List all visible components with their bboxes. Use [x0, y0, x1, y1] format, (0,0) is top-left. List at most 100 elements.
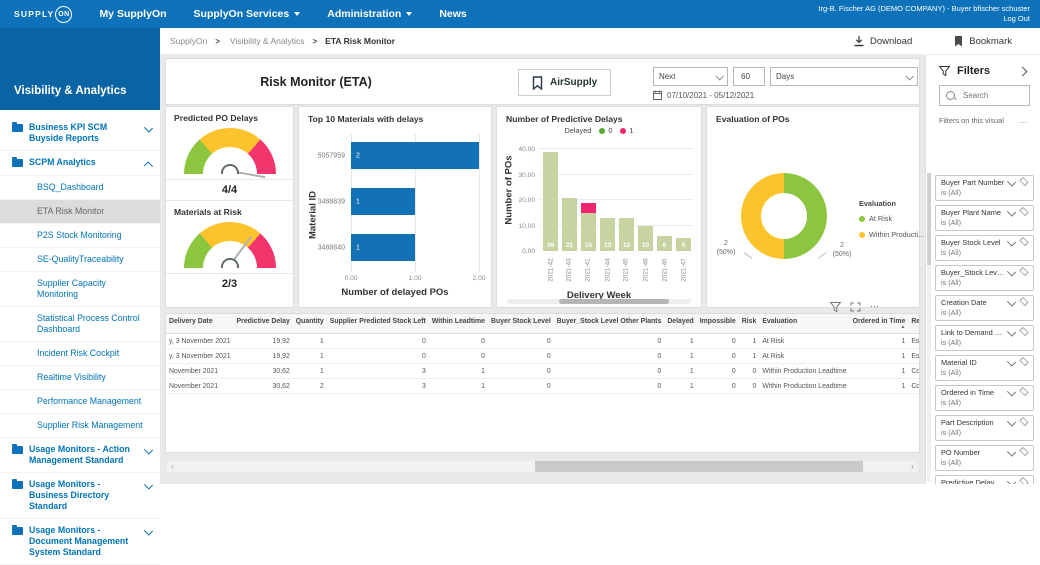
scrollbar-thumb[interactable] — [927, 173, 931, 265]
scroll-left-arrow[interactable]: ‹ — [167, 462, 178, 471]
search-input[interactable] — [961, 90, 1023, 101]
legend-item[interactable]: Within Producti... — [859, 230, 924, 239]
filter-card-ordered-in-time[interactable]: Ordered in Timeis (All) — [935, 385, 1034, 411]
chevron-down-icon[interactable] — [1007, 327, 1016, 336]
sidebar-item-incident-risk-cockpit[interactable]: Incident Risk Cockpit — [0, 342, 160, 366]
legend-item[interactable]: At Risk — [859, 214, 924, 223]
focus-mode-icon[interactable] — [850, 302, 861, 312]
bar-2021-42[interactable]: 39 — [543, 152, 558, 251]
column-header-delayed[interactable]: Delayed — [664, 314, 696, 334]
scrollbar-track[interactable] — [178, 461, 907, 472]
bar-2021-47[interactable]: 5 — [676, 238, 691, 251]
filter-icon[interactable] — [830, 302, 841, 312]
column-header-supplier-predicted-stock-left[interactable]: Supplier Predicted Stock Left — [327, 314, 429, 334]
sidebar-item-supplier-capacity-monitoring[interactable]: Supplier Capacity Monitoring — [0, 272, 160, 307]
supplyon-logo[interactable]: SUPPLY ON — [14, 6, 72, 23]
bar-2021-44[interactable]: 13 — [600, 218, 615, 251]
bar-5057959[interactable]: 2 — [351, 142, 479, 169]
filters-search-box[interactable] — [939, 85, 1030, 106]
sidebar-item-scpm-analytics[interactable]: SCPM Analytics — [0, 151, 160, 176]
sidebar-item-performance-management[interactable]: Performance Management — [0, 390, 160, 414]
sidebar-item-business-kpi-scm-buyside-reports[interactable]: Business KPI SCM Buyside Reports — [0, 116, 160, 151]
bookmark-button[interactable]: Bookmark — [954, 36, 1012, 47]
sidebar-item-supplier-risk-management[interactable]: Supplier Risk Management — [0, 414, 160, 438]
chevron-down-icon[interactable] — [1007, 387, 1016, 396]
filter-card-po-number[interactable]: PO Numberis (All) — [935, 445, 1034, 471]
filter-card-part-description[interactable]: Part Descriptionis (All) — [935, 415, 1034, 441]
column-header-recommended-action[interactable]: Recommended Action — [908, 314, 920, 334]
sidebar-item-statistical-process-control-dashboard[interactable]: Statistical Process Control Dashboard — [0, 307, 160, 342]
nav-item-my-supplyon[interactable]: My SupplyOn — [99, 8, 166, 20]
clear-filter-icon[interactable] — [1019, 477, 1028, 484]
filter-card-creation-date[interactable]: Creation Dateis (All) — [935, 295, 1034, 321]
filter-card-buyer-plant-name[interactable]: Buyer Plant Nameis (All) — [935, 205, 1034, 231]
chevron-down-icon[interactable] — [1007, 357, 1016, 366]
filter-card-buyer-stock-level-othe-[interactable]: Buyer_Stock Level Othe...is (All) — [935, 265, 1034, 291]
table-row[interactable]: November 202130,6223100100Within Product… — [166, 379, 920, 394]
scrollbar-thumb[interactable] — [559, 299, 669, 304]
clear-filter-icon[interactable] — [1019, 237, 1028, 246]
chevron-down-icon[interactable] — [144, 526, 153, 535]
sidebar-item-usage-monitors-document-management-system-standard[interactable]: Usage Monitors - Document Management Sys… — [0, 519, 160, 565]
filter-card-predictive-delay[interactable]: Predictive Delayis (All) — [935, 475, 1034, 484]
bar-3488839[interactable]: 1 — [351, 188, 415, 215]
table-row[interactable]: y, 3 November 202119,9210000101At Risk1E… — [166, 334, 920, 349]
column-header-within-leadtime[interactable]: Within Leadtime — [429, 314, 488, 334]
more-options-icon[interactable]: ... — [1019, 116, 1028, 125]
nav-item-supplyon-services[interactable]: SupplyOn Services — [194, 8, 301, 20]
chevron-down-icon[interactable] — [1007, 477, 1016, 484]
bar-2021-45[interactable]: 13 — [619, 218, 634, 251]
range-unit-select[interactable]: Days — [770, 67, 918, 86]
column-header-buyer-stock-level-other-plants[interactable]: Buyer_Stock Level Other Plants — [554, 314, 665, 334]
scrollbar-thumb[interactable] — [535, 461, 863, 472]
column-header-risk[interactable]: Risk — [739, 314, 760, 334]
sidebar-item-se-qualitytraceability[interactable]: SE-QualityTraceability — [0, 248, 160, 272]
filter-card-buyer-stock-level[interactable]: Buyer Stock Levelis (All) — [935, 235, 1034, 261]
column-header-evaluation[interactable]: Evaluation — [759, 314, 849, 334]
logout-link[interactable]: Log Out — [818, 14, 1030, 24]
column-header-quantity[interactable]: Quantity — [293, 314, 327, 334]
sidebar-item-p2s-stock-monitoring[interactable]: P2S Stock Monitoring — [0, 224, 160, 248]
chevron-down-icon[interactable] — [1007, 417, 1016, 426]
download-button[interactable]: Download — [854, 36, 912, 47]
scroll-right-arrow[interactable]: › — [907, 462, 918, 471]
clear-filter-icon[interactable] — [1019, 387, 1028, 396]
bar-2021-46[interactable]: 6 — [657, 236, 672, 251]
sidebar-item-usage-monitors-business-directory-standard[interactable]: Usage Monitors - Business Directory Stan… — [0, 473, 160, 519]
more-options-icon[interactable]: ⋯ — [870, 301, 879, 312]
clear-filter-icon[interactable] — [1019, 417, 1028, 426]
column-header-buyer-stock-level[interactable]: Buyer Stock Level — [488, 314, 554, 334]
filters-scrollbar[interactable] — [927, 173, 931, 482]
airsupply-button[interactable]: AirSupply — [518, 69, 611, 96]
clear-filter-icon[interactable] — [1019, 267, 1028, 276]
chevron-down-icon[interactable] — [1007, 447, 1016, 456]
collapse-filters-icon[interactable] — [1018, 66, 1028, 76]
clear-filter-icon[interactable] — [1019, 447, 1028, 456]
breadcrumb-supplyon[interactable]: SupplyOn — [170, 36, 207, 46]
column-header-impossible[interactable]: Impossible — [697, 314, 739, 334]
clear-filter-icon[interactable] — [1019, 357, 1028, 366]
chevron-down-icon[interactable] — [1007, 297, 1016, 306]
clear-filter-icon[interactable] — [1019, 177, 1028, 186]
chevron-down-icon[interactable] — [1007, 177, 1016, 186]
chevron-down-icon[interactable] — [144, 123, 153, 132]
chevron-down-icon[interactable] — [144, 445, 153, 454]
column-header-delivery-date[interactable]: Delivery Date — [166, 314, 234, 334]
chart-scrollbar[interactable] — [507, 299, 691, 304]
sidebar-item-realtime-visibility[interactable]: Realtime Visibility — [0, 366, 160, 390]
filter-card-link-to-demand-object[interactable]: Link to Demand Objectis (All) — [935, 325, 1034, 351]
table-row[interactable]: y, 3 November 202119,9210000101At Risk1E… — [166, 349, 920, 364]
column-header-predictive-delay[interactable]: Predictive Delay — [234, 314, 293, 334]
nav-item-news[interactable]: News — [439, 8, 466, 20]
filter-card-buyer-part-number[interactable]: Buyer Part Numberis (All) — [935, 175, 1034, 201]
bar-2021-48[interactable]: 10 — [638, 226, 653, 251]
nav-item-administration[interactable]: Administration — [327, 8, 412, 20]
breadcrumb-visibility-analytics[interactable]: Visibility & Analytics — [230, 36, 304, 46]
chevron-down-icon[interactable] — [1007, 207, 1016, 216]
table-row[interactable]: November 202130,6213100100Within Product… — [166, 364, 920, 379]
clear-filter-icon[interactable] — [1019, 327, 1028, 336]
range-value-input[interactable] — [739, 71, 759, 82]
clear-filter-icon[interactable] — [1019, 207, 1028, 216]
column-header-ordered-in-time[interactable]: Ordered in Time▲ — [850, 314, 909, 334]
horizontal-scrollbar[interactable]: ‹ › — [167, 461, 918, 472]
